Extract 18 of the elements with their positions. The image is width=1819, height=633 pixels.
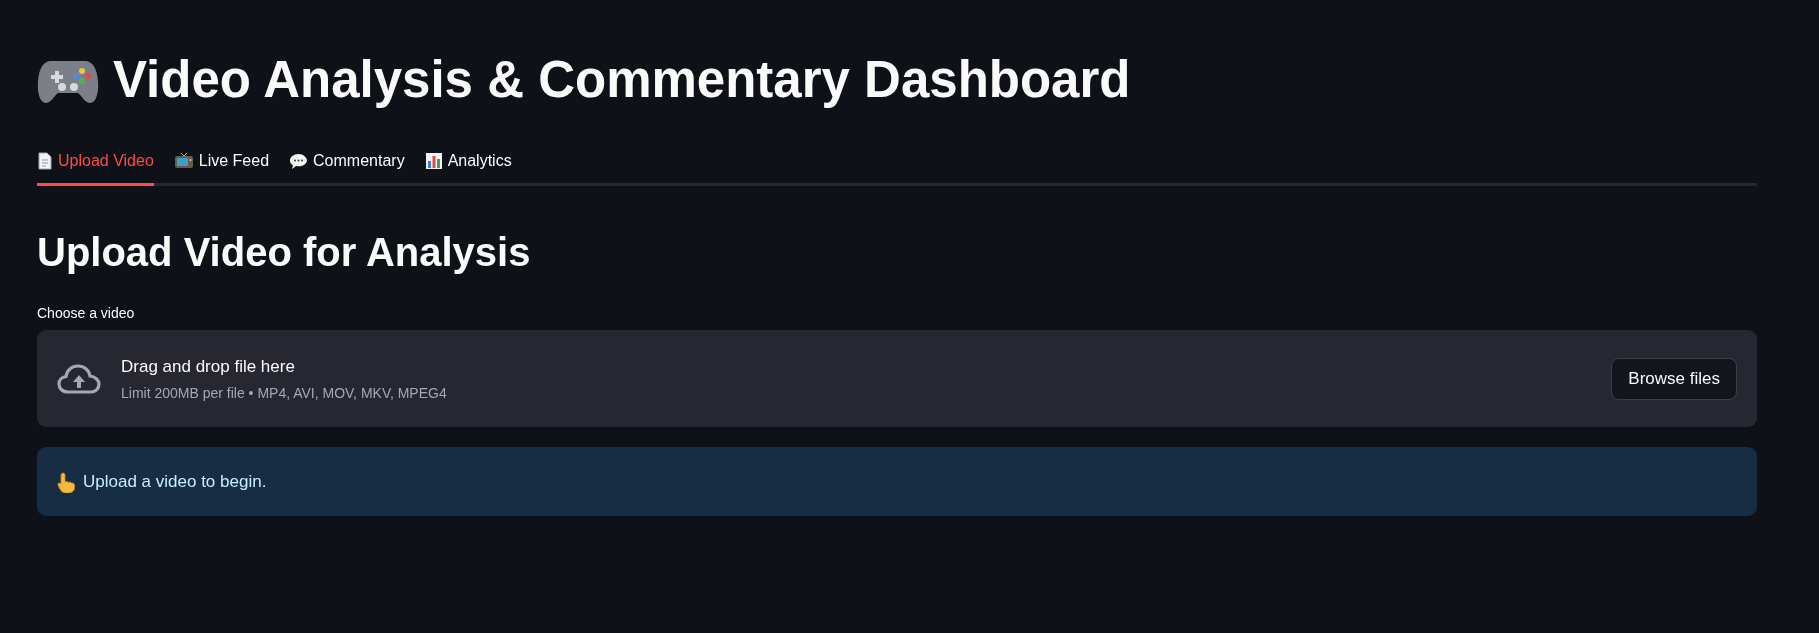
television-icon (173, 152, 194, 170)
tab[interactable]: Live Feed (173, 144, 270, 186)
pointing-hand-icon (57, 470, 77, 493)
drop-zone[interactable]: Drag and drop file here Limit 200MB per file • MP4, AVI, MOV, MKV, MPEG4 Browse files (37, 330, 1757, 427)
page-title: Video Analysis & Commentary Dashboard (113, 50, 1131, 110)
tab[interactable]: Commentary (289, 144, 405, 186)
section-heading: Upload Video for Analysis (37, 229, 532, 276)
field-label: Choose a video (37, 305, 135, 321)
tab[interactable]: Upload Video (37, 144, 154, 186)
drop-zone-instruction: Drag and drop file here (121, 356, 296, 377)
info-message: Upload a video to begin. (83, 471, 267, 492)
browse-files-button[interactable]: Browse files (1611, 357, 1737, 400)
file-limit-note: Limit 200MB per file • MP4, AVI, MOV, MKV, MPEG4 (121, 384, 448, 401)
cloud-upload-icon (57, 362, 101, 395)
document-icon (37, 152, 53, 170)
tab[interactable]: Analytics (424, 144, 512, 186)
speech-bubble-icon (289, 152, 309, 170)
bar-chart-icon (424, 152, 443, 170)
